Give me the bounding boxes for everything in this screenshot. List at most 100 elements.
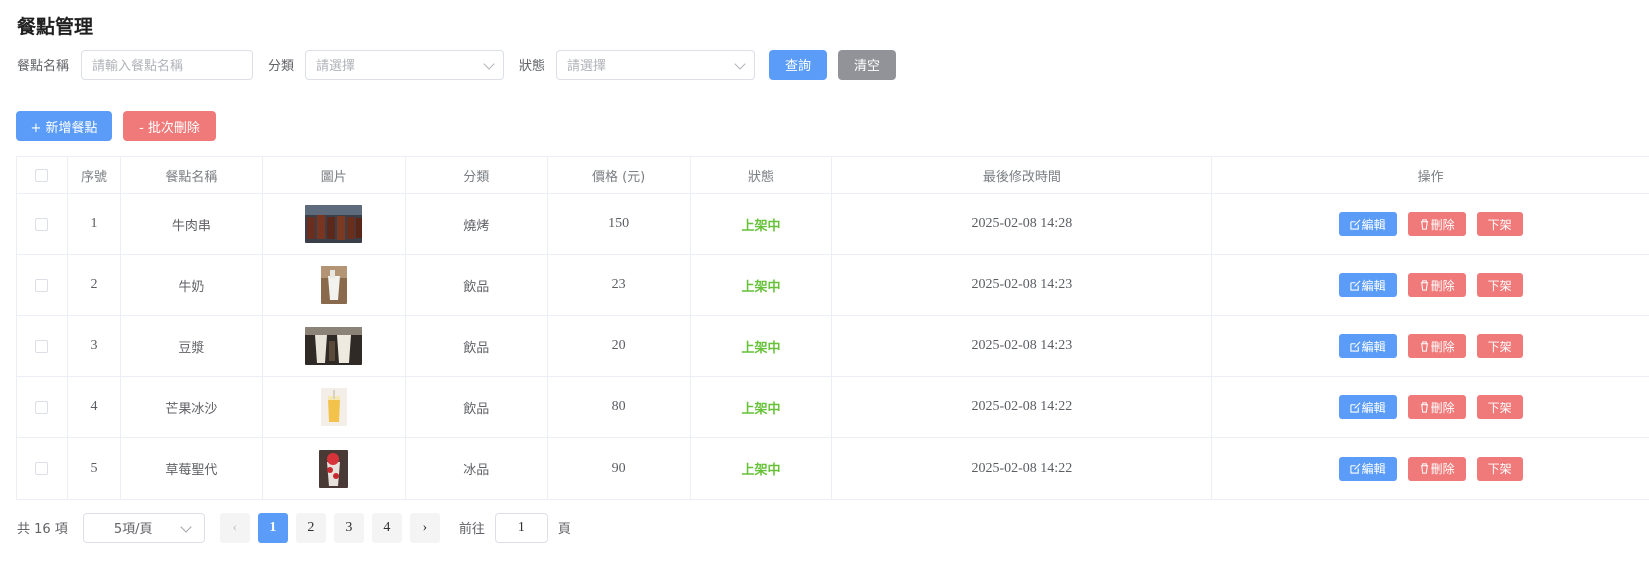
row-actions: 編輯 刪除 下架 [1338,456,1523,481]
strawberry-sundae-photo [319,449,349,488]
chevron-down-icon [180,520,192,533]
page-size-select[interactable]: 5項/頁 [82,512,205,543]
row-price: 80 [548,377,691,437]
offline-button[interactable]: 下架 [1476,456,1523,481]
status-badge: 上架中 [741,463,781,478]
status-badge: 上架中 [741,218,781,234]
row-checkbox[interactable] [35,217,49,231]
table-row: 1 牛肉串 燒烤 150 上架中 2025-02-08 14:28 編輯 刪除 … [17,194,1649,255]
menu-table: 序號 餐點名稱 圖片 分類 價格 (元) 狀態 最後修改時間 操作 1 牛肉串 … [16,156,1649,500]
row-name: 草莓聖代 [121,438,263,499]
name-filter-input[interactable]: 請輸入餐點名稱 [81,49,254,80]
row-actions: 編輯 刪除 下架 [1338,273,1523,297]
row-no: 5 [68,438,121,499]
row-no: 4 [68,377,121,437]
filter-bar: 餐點名稱 請輸入餐點名稱 分類 請選擇 狀態 請選擇 查詢 清空 [17,49,897,80]
trash-icon [1420,279,1428,291]
row-checkbox[interactable] [35,400,49,414]
row-updated: 2025-02-08 14:28 [832,194,1213,254]
row-image [263,316,406,376]
row-price: 90 [548,438,691,499]
category-filter-placeholder: 請選擇 [316,59,356,74]
status-badge: 上架中 [741,279,781,295]
edit-icon [1349,219,1361,230]
pagination: 共 16 項 5項/頁 ‹ 1 2 3 4 › 前往 1 頁 [17,512,571,543]
edit-button[interactable]: 編輯 [1338,212,1397,236]
status-filter-select[interactable]: 請選擇 [556,49,756,80]
batch-delete-button[interactable]: - 批次刪除 [123,111,216,141]
row-checkbox[interactable] [35,339,49,353]
goto-label: 前往 [458,522,485,537]
goto-page-input[interactable]: 1 [494,512,548,543]
table-actions: + 新增餐點 - 批次刪除 [16,111,216,141]
page-button-1[interactable]: 1 [257,512,288,543]
row-image [263,377,406,437]
row-category: 飲品 [406,316,548,376]
row-image [263,255,406,315]
row-actions: 編輯 刪除 下架 [1338,334,1523,358]
table-row: 4 芒果冰沙 飲品 80 上架中 2025-02-08 14:22 編輯 刪除 … [17,377,1649,438]
header-category: 分類 [406,157,548,193]
status-filter-label: 狀態 [519,59,546,74]
status-badge: 上架中 [741,340,781,356]
add-item-button[interactable]: + 新增餐點 [16,111,112,141]
table-row: 2 牛奶 飲品 23 上架中 2025-02-08 14:23 編輯 刪除 下架 [17,255,1649,316]
delete-button[interactable]: 刪除 [1407,212,1466,236]
offline-button[interactable]: 下架 [1476,273,1523,297]
edit-button[interactable]: 編輯 [1338,456,1397,481]
trash-icon [1420,218,1428,230]
page-button-4[interactable]: 4 [371,512,402,543]
offline-button[interactable]: 下架 [1476,212,1523,236]
row-name: 牛肉串 [121,194,263,254]
chevron-down-icon [734,57,746,70]
edit-icon [1349,280,1361,291]
edit-button[interactable]: 編輯 [1338,334,1397,358]
row-updated: 2025-02-08 14:22 [832,438,1213,499]
trash-icon [1420,401,1428,413]
row-checkbox[interactable] [35,462,49,475]
prev-page-button[interactable]: ‹ [219,512,250,543]
table-row: 5 草莓聖代 冰品 90 上架中 2025-02-08 14:22 編輯 刪除 … [17,438,1649,499]
beef-skewer-photo [305,205,363,243]
table-header: 序號 餐點名稱 圖片 分類 價格 (元) 狀態 最後修改時間 操作 [17,157,1649,194]
row-name: 芒果冰沙 [121,377,263,437]
page-button-2[interactable]: 2 [295,512,326,543]
page-title: 餐點管理 [17,16,94,38]
row-no: 2 [68,255,121,315]
header-status: 狀態 [691,157,833,193]
row-category: 飲品 [406,377,548,437]
edit-icon [1349,341,1361,352]
page-button-3[interactable]: 3 [333,512,364,543]
header-select-all[interactable] [17,157,68,193]
row-image [263,194,406,254]
offline-button[interactable]: 下架 [1476,395,1523,419]
header-no: 序號 [68,157,121,193]
next-page-button[interactable]: › [409,512,440,543]
delete-button[interactable]: 刪除 [1407,334,1466,358]
delete-button[interactable]: 刪除 [1407,273,1466,297]
row-category: 冰品 [406,438,548,499]
edit-icon [1349,402,1361,413]
page-size-value: 5項/頁 [113,522,153,537]
row-actions: 編輯 刪除 下架 [1338,395,1523,419]
category-filter-label: 分類 [268,59,295,74]
header-name: 餐點名稱 [121,157,263,193]
edit-button[interactable]: 編輯 [1338,395,1397,419]
delete-button[interactable]: 刪除 [1407,395,1466,419]
table-row: 3 豆漿 飲品 20 上架中 2025-02-08 14:23 編輯 刪除 下架 [17,316,1649,377]
search-button[interactable]: 查詢 [769,49,828,80]
row-updated: 2025-02-08 14:22 [832,377,1213,437]
category-filter-select[interactable]: 請選擇 [305,49,505,80]
header-price: 價格 (元) [548,157,691,193]
select-all-checkbox[interactable] [35,168,49,182]
delete-button[interactable]: 刪除 [1407,456,1466,481]
edit-button[interactable]: 編輯 [1338,273,1397,297]
row-updated: 2025-02-08 14:23 [832,255,1213,315]
row-image [263,438,406,499]
offline-button[interactable]: 下架 [1476,334,1523,358]
row-checkbox[interactable] [35,278,49,292]
goto-suffix: 頁 [557,522,571,537]
header-actions: 操作 [1417,169,1444,185]
name-filter-label: 餐點名稱 [17,59,70,74]
clear-button[interactable]: 清空 [838,49,897,80]
